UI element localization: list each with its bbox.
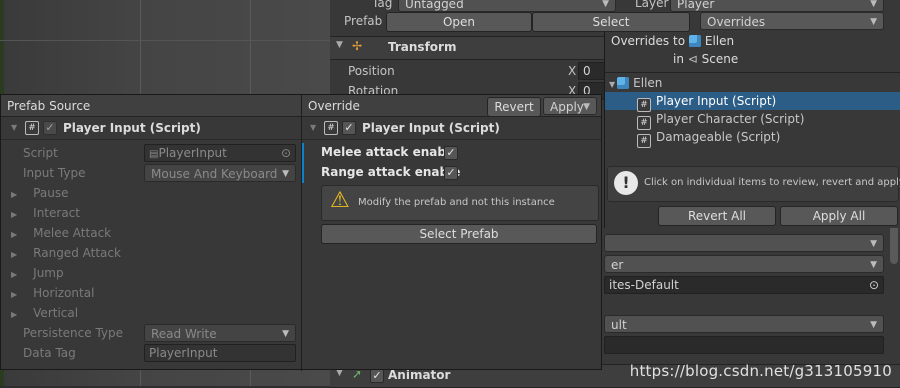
foldout-arrow-icon: ▼ xyxy=(609,80,616,89)
prefab-cube-icon xyxy=(617,77,630,89)
tree-item-player-input[interactable]: # Player Input (Script) xyxy=(605,92,900,112)
script-icon: # xyxy=(25,121,39,135)
data-tag-label: Data Tag xyxy=(23,346,76,360)
watermark: https://blog.csdn.net/g313105910 xyxy=(629,362,892,380)
melee-attack-label: Melee attack enable xyxy=(321,145,459,159)
apply-all-button[interactable]: Apply All xyxy=(780,206,898,226)
pos-x-label: X xyxy=(568,64,577,78)
data-tag-field: PlayerInput xyxy=(144,344,296,362)
override-component-title: Player Input (Script) xyxy=(362,121,500,135)
warning-text: Modify the prefab and not this instance xyxy=(358,197,555,208)
transform-title: Transform xyxy=(388,40,457,54)
overrides-dropdown[interactable]: Overrides ▼ xyxy=(700,12,884,30)
warning-box: ⚠ Modify the prefab and not this instanc… xyxy=(321,185,599,221)
tag-dropdown[interactable]: Untagged ▼ xyxy=(398,0,616,12)
inspector-dropdown[interactable]: ult ▼ xyxy=(604,315,884,333)
foldout-horizontal: ▶ Horizontal xyxy=(11,286,95,300)
animator-enabled-checkbox[interactable]: ✓ xyxy=(370,369,384,383)
prefab-source-header: Prefab Source xyxy=(1,95,301,117)
tree-item-damageable[interactable]: # Damageable (Script) xyxy=(637,128,780,148)
foldout-melee-attack: ▶ Melee Attack xyxy=(11,226,112,240)
grid-line xyxy=(0,40,330,41)
select-prefab-button[interactable]: Select Prefab xyxy=(321,224,597,244)
foldout-ranged-attack: ▶ Ranged Attack xyxy=(11,246,121,260)
overrides-title: Overrides to Ellen xyxy=(611,34,735,48)
revert-all-button[interactable]: Revert All xyxy=(658,206,776,226)
inspector-field[interactable] xyxy=(604,336,884,354)
object-picker-icon: ⊙ xyxy=(280,146,291,160)
input-type-dropdown: Mouse And Keyboard ▼ xyxy=(144,164,296,182)
foldout-pause: ▶ Pause xyxy=(11,186,69,200)
object-picker-icon[interactable]: ⊙ xyxy=(869,277,879,293)
component-enabled-checkbox: ✓ xyxy=(43,121,57,135)
inspector-dropdown[interactable]: er ▼ xyxy=(604,255,884,273)
overrides-scene-line: in ⊲ Scene xyxy=(673,52,739,66)
scrollbar[interactable] xyxy=(890,224,898,264)
range-attack-checkbox[interactable]: ✓ xyxy=(444,166,458,180)
override-indicator xyxy=(302,143,304,163)
source-component-header: ▼ # ✓ Player Input (Script) xyxy=(1,117,301,140)
warning-icon: ⚠ xyxy=(330,188,350,213)
component-enabled-checkbox[interactable]: ✓ xyxy=(342,121,356,135)
open-prefab-button[interactable]: Open xyxy=(386,12,532,32)
animator-title: Animator xyxy=(388,368,451,382)
override-indicator xyxy=(302,163,304,183)
foldout-arrow-icon: ▼ xyxy=(310,123,317,132)
range-attack-label: Range attack enable xyxy=(321,165,461,179)
prefab-comparison-window: Prefab Source ▼ # ✓ Player Input (Script… xyxy=(0,94,602,371)
overrides-popup: Overrides to Ellen in ⊲ Scene ▼ Ellen # Pl… xyxy=(604,32,900,228)
persistence-type-dropdown: Read Write ▼ xyxy=(144,324,296,342)
foldout-interact: ▶ Interact xyxy=(11,206,80,220)
revert-button[interactable]: Revert xyxy=(487,97,541,117)
tree-root-ellen[interactable]: ▼ Ellen xyxy=(609,74,662,92)
transform-icon: ✢ xyxy=(352,39,363,53)
divider xyxy=(605,72,900,73)
tag-label: Tag xyxy=(372,0,393,10)
input-type-label: Input Type xyxy=(23,166,86,180)
foldout-arrow-icon: ▼ xyxy=(336,40,343,50)
melee-attack-checkbox[interactable]: ✓ xyxy=(444,146,458,160)
apply-dropdown[interactable]: Apply ▼ xyxy=(543,97,597,115)
position-label: Position xyxy=(348,64,395,78)
foldout-arrow-icon: ▼ xyxy=(11,123,18,132)
layer-dropdown[interactable]: Player ▼ xyxy=(670,0,884,12)
info-box: ! Click on individual items to review, r… xyxy=(607,166,900,202)
override-component-header: ▼ # ✓ Player Input (Script) xyxy=(302,117,601,140)
script-field: ▤PlayerInput ⊙ xyxy=(144,144,296,162)
prefab-cube-icon xyxy=(688,35,701,47)
tree-item-player-character[interactable]: # Player Character (Script) xyxy=(637,110,804,130)
select-prefab-button[interactable]: Select xyxy=(532,12,690,32)
sorting-layer-field[interactable]: ites-Default ⊙ xyxy=(604,276,884,294)
persistence-type-label: Persistence Type xyxy=(23,326,124,340)
foldout-jump: ▶ Jump xyxy=(11,266,64,280)
info-text: Click on individual items to review, rev… xyxy=(644,177,900,188)
script-label: Script xyxy=(23,146,58,160)
source-component-title: Player Input (Script) xyxy=(63,121,201,135)
scene-icon: ⊲ xyxy=(687,52,698,66)
script-icon: # xyxy=(637,134,651,148)
layer-label: Layer xyxy=(635,0,669,10)
script-icon: # xyxy=(324,121,338,135)
foldout-vertical: ▶ Vertical xyxy=(11,306,79,320)
prefab-label: Prefab xyxy=(344,14,383,28)
info-icon: ! xyxy=(614,171,638,195)
inspector-dropdown[interactable]: ▼ xyxy=(604,234,884,252)
